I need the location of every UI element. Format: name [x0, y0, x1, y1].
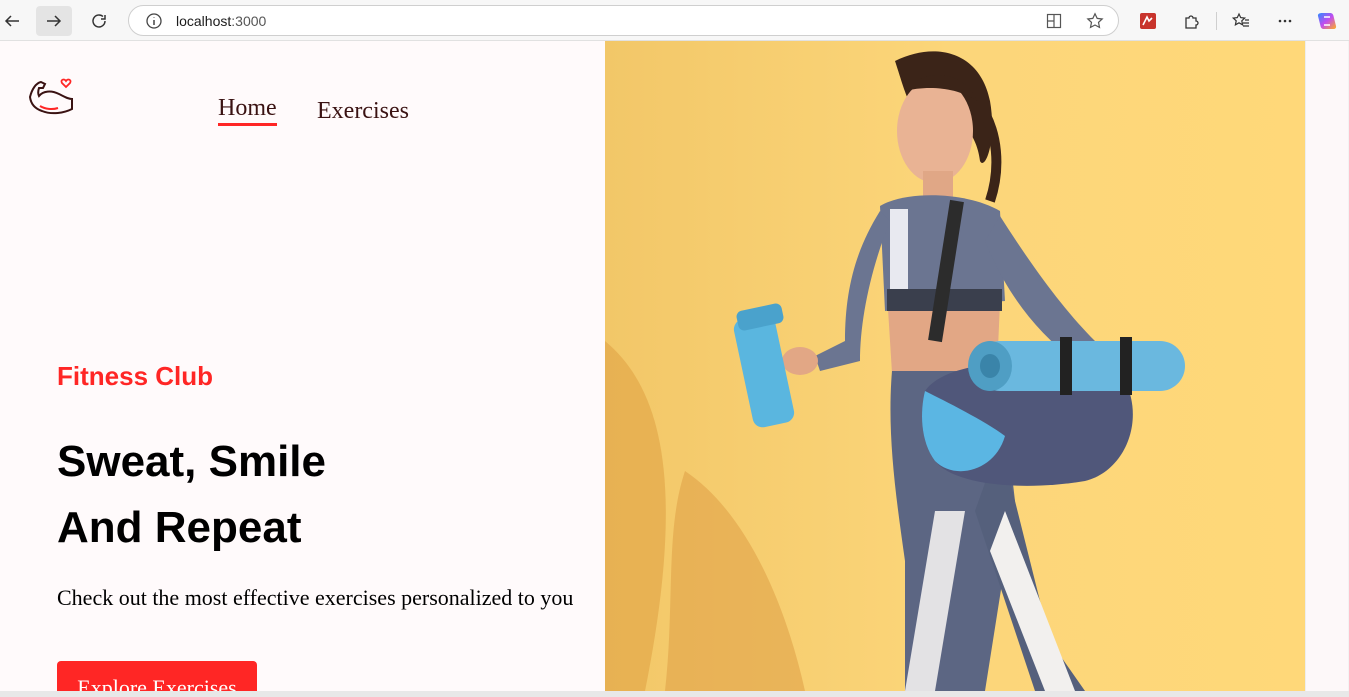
page-scroll-area[interactable] — [1305, 41, 1348, 691]
more-button[interactable] — [1267, 6, 1303, 36]
horizontal-scrollbar[interactable] — [0, 691, 1349, 697]
split-screen-icon[interactable] — [1044, 11, 1064, 31]
more-icon — [1278, 19, 1292, 23]
page-viewport: Home Exercises Fitness Club Sweat, Smile… — [0, 41, 1347, 691]
back-button[interactable] — [0, 6, 30, 36]
forward-arrow-icon — [47, 15, 62, 27]
puzzle-icon — [1185, 15, 1199, 29]
url-text: localhost:3000 — [176, 13, 267, 29]
forward-button[interactable] — [36, 6, 72, 36]
explore-exercises-button[interactable]: Explore Exercises — [57, 661, 257, 691]
favorites-button[interactable] — [1223, 6, 1259, 36]
headline-line-1: Sweat, Smile — [57, 437, 327, 486]
copilot-icon — [1317, 13, 1337, 29]
hero-headline: Sweat, Smile And Repeat — [57, 429, 577, 561]
address-bar[interactable]: localhost:3000 — [128, 5, 1119, 36]
info-icon[interactable] — [145, 12, 163, 30]
toolbar-separator — [1216, 12, 1217, 30]
favorites-icon — [1232, 12, 1249, 27]
back-arrow-icon — [4, 15, 19, 27]
nav-home-link[interactable]: Home — [218, 95, 277, 126]
headline-line-2: And Repeat — [57, 503, 302, 552]
hero-banner-image — [605, 41, 1305, 691]
refresh-button[interactable] — [81, 6, 117, 36]
nav-exercises-link[interactable]: Exercises — [317, 98, 409, 125]
browser-toolbar: localhost:3000 — [0, 0, 1349, 41]
refresh-icon — [92, 14, 106, 28]
gym-logo-icon[interactable] — [26, 73, 76, 123]
extension-app-button[interactable] — [1130, 6, 1166, 36]
club-label: Fitness Club — [57, 361, 214, 391]
extensions-button[interactable] — [1174, 6, 1210, 36]
favorite-star-icon[interactable] — [1085, 11, 1105, 31]
extension-app-icon — [1140, 13, 1156, 29]
copilot-button[interactable] — [1309, 6, 1345, 36]
hero-subtext: Check out the most effective exercises p… — [57, 585, 574, 610]
